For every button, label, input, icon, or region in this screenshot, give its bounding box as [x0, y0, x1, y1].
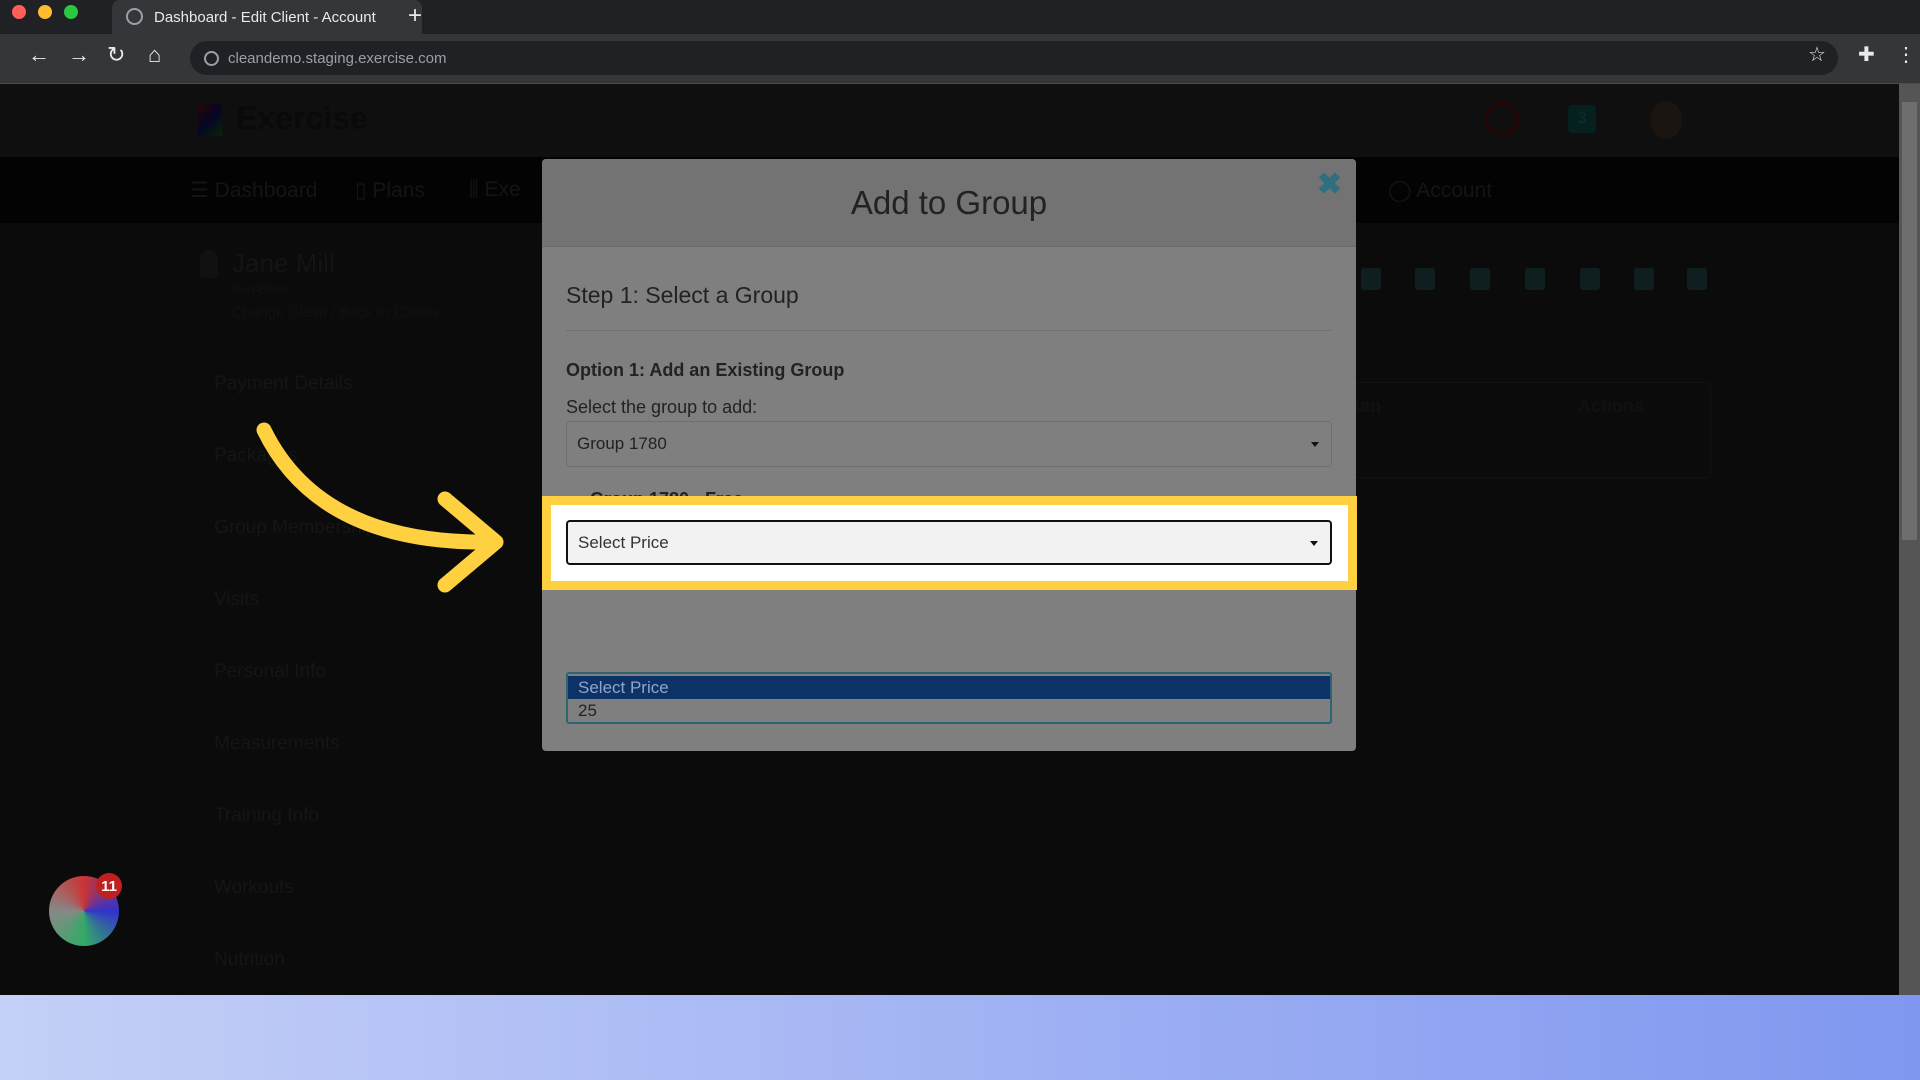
arrow-annotation [256, 422, 504, 593]
widget-badge: 11 [96, 873, 122, 899]
scrollbar-thumb[interactable] [1902, 102, 1917, 540]
background-gradient [0, 995, 1920, 1080]
